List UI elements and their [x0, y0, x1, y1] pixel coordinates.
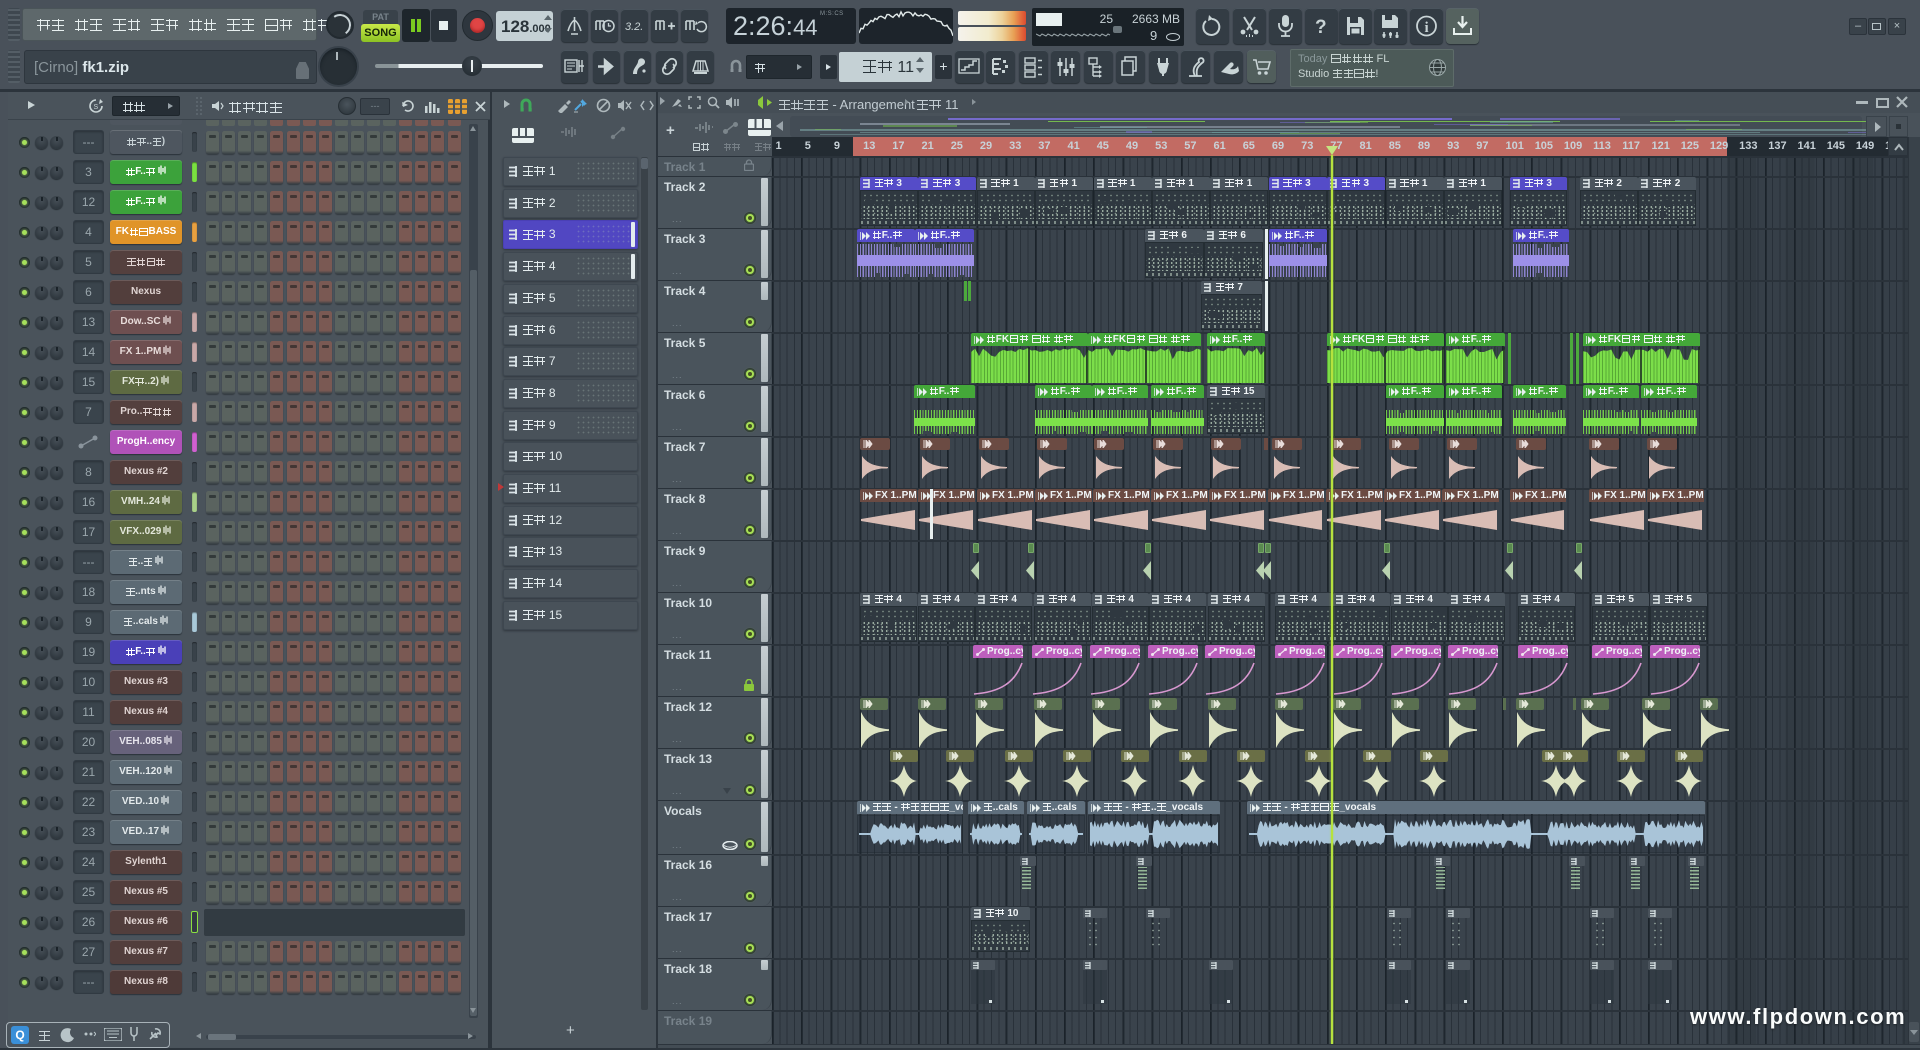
- svg-text:S: S: [94, 104, 99, 111]
- svg-text:3.2.: 3.2.: [625, 21, 643, 33]
- svg-text:i: i: [1425, 20, 1429, 36]
- svg-text:?: ?: [1315, 17, 1327, 38]
